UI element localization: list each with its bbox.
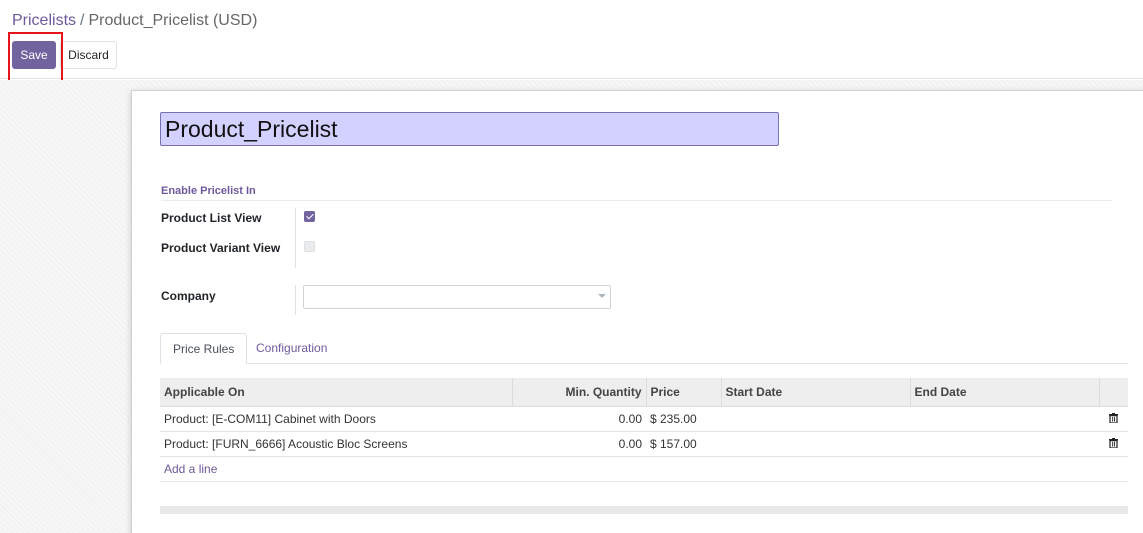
discard-button[interactable]: Discard — [60, 41, 117, 69]
product-list-view-checkbox[interactable] — [304, 211, 315, 222]
company-select[interactable] — [303, 285, 611, 309]
product-list-view-label: Product List View — [161, 211, 262, 225]
cell-price: $ 157.00 — [646, 431, 721, 457]
add-line-row: Add a line — [160, 456, 1128, 482]
tab-configuration[interactable]: Configuration — [244, 333, 339, 364]
product-variant-view-checkbox[interactable] — [304, 241, 315, 252]
tab-price-rules[interactable]: Price Rules — [160, 333, 248, 364]
column-start-date[interactable]: Start Date — [720, 378, 910, 407]
cell-end-date — [910, 431, 1099, 457]
cell-applicable-on: Product: [E-COM11] Cabinet with Doors — [160, 406, 512, 432]
cell-end-date — [910, 406, 1099, 432]
cell-start-date — [721, 431, 910, 457]
enable-pricelist-group-title: Enable Pricelist In — [161, 185, 1112, 201]
column-applicable-on[interactable]: Applicable On — [160, 378, 512, 407]
cell-applicable-on: Product: [FURN_6666] Acoustic Bloc Scree… — [160, 431, 512, 457]
product-variant-view-label: Product Variant View — [161, 241, 281, 255]
trash-icon[interactable] — [1109, 412, 1118, 423]
breadcrumb-separator: / — [80, 12, 85, 29]
breadcrumb: Pricelists / Product_Pricelist (USD) — [12, 11, 257, 31]
field-separator — [295, 285, 296, 315]
trash-icon[interactable] — [1109, 437, 1118, 448]
column-price[interactable]: Price — [645, 378, 721, 407]
form-sheet: Enable Pricelist In Product List View Pr… — [131, 90, 1143, 533]
cell-start-date — [721, 406, 910, 432]
price-rules-table: Applicable On Min. Quantity Price Start … — [160, 378, 1128, 482]
breadcrumb-current: Product_Pricelist (USD) — [88, 12, 258, 29]
cell-min-quantity: 0.00 — [512, 406, 646, 432]
chevron-down-icon — [598, 294, 606, 298]
field-separator — [295, 208, 296, 268]
cell-price: $ 235.00 — [646, 406, 721, 432]
table-header-row: Applicable On Min. Quantity Price Start … — [160, 378, 1128, 407]
pricelist-name-input[interactable] — [160, 112, 779, 146]
company-label: Company — [161, 289, 216, 303]
column-actions — [1098, 378, 1128, 407]
column-min-quantity[interactable]: Min. Quantity — [511, 378, 646, 407]
column-end-date[interactable]: End Date — [909, 378, 1099, 407]
add-line-link[interactable]: Add a line — [164, 462, 217, 476]
bottom-bar — [160, 506, 1128, 514]
breadcrumb-pricelists-link[interactable]: Pricelists — [12, 12, 76, 29]
table-row[interactable]: Product: [E-COM11] Cabinet with Doors 0.… — [160, 406, 1128, 432]
control-panel: Pricelists / Product_Pricelist (USD) Save … — [0, 0, 1143, 84]
table-row[interactable]: Product: [FURN_6666] Acoustic Bloc Scree… — [160, 431, 1128, 457]
cell-min-quantity: 0.00 — [512, 431, 646, 457]
save-button[interactable]: Save — [12, 41, 56, 69]
